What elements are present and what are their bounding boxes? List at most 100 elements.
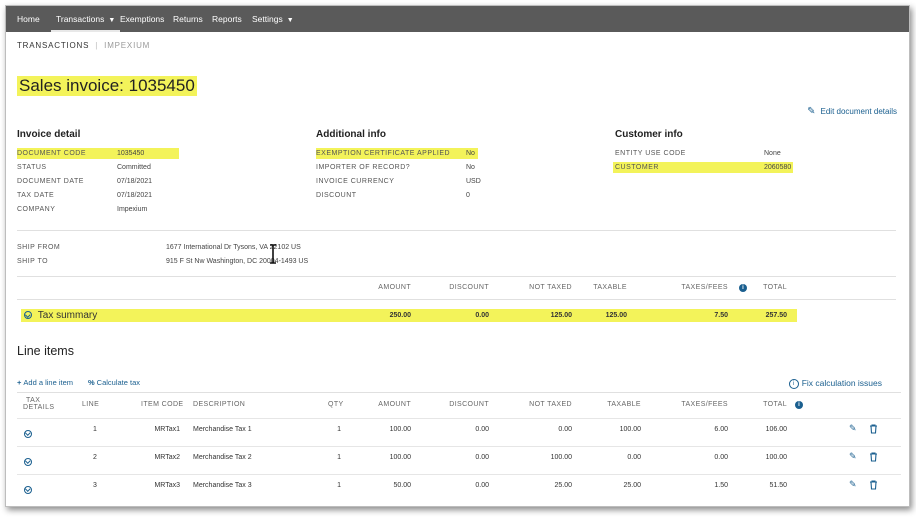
cell-description: Merchandise Tax 1 xyxy=(193,426,252,433)
summary-discount: 0.00 xyxy=(475,312,489,319)
cell-amount: 50.00 xyxy=(393,482,411,489)
cell-line: 2 xyxy=(93,454,97,461)
header-amount: AMOUNT xyxy=(378,401,411,408)
cell-discount: 0.00 xyxy=(475,482,489,489)
summary-taxes-fees: 7.50 xyxy=(714,312,728,319)
header-taxes-fees: TAXES/FEES xyxy=(681,401,728,408)
trash-icon[interactable] xyxy=(869,452,878,462)
info-icon: i xyxy=(788,378,799,389)
add-line-item-button[interactable]: + Add a line item xyxy=(17,378,73,387)
customer-info-title: Customer info xyxy=(615,129,683,140)
cell-item-code: MRTax2 xyxy=(154,454,180,461)
additional-info-row: INVOICE CURRENCY USD xyxy=(316,176,496,187)
header-total: TOTAL xyxy=(763,401,787,408)
nav-settings[interactable]: Settings ▼ xyxy=(252,6,294,32)
status-label: STATUS xyxy=(17,164,47,171)
nav-returns[interactable]: Returns xyxy=(173,6,203,32)
customer-value[interactable]: 2060580 xyxy=(764,162,791,173)
cell-qty: 1 xyxy=(337,454,341,461)
document-date-label: DOCUMENT DATE xyxy=(17,178,84,185)
edit-document-details-label: Edit document details xyxy=(820,107,898,116)
importer-of-record-label: IMPORTER OF RECORD? xyxy=(316,164,411,171)
entity-use-code-value: None xyxy=(764,150,781,157)
nav-transactions[interactable]: Transactions ▼ xyxy=(51,6,121,32)
chevron-circle-icon xyxy=(24,457,32,466)
row-expand-button[interactable] xyxy=(24,481,32,499)
summary-total: 257.50 xyxy=(765,312,787,319)
exemption-certificate-label: EXEMPTION CERTIFICATE APPLIED xyxy=(316,150,451,157)
calculate-tax-label: Calculate tax xyxy=(96,378,141,387)
customer-label: CUSTOMER xyxy=(615,164,659,171)
row-divider xyxy=(17,418,901,419)
cell-description: Merchandise Tax 3 xyxy=(193,482,252,489)
app-window: Home Transactions ▼ Exemptions Returns Re… xyxy=(5,5,910,507)
header-discount: DISCOUNT xyxy=(449,401,489,408)
summary-header-total: TOTAL xyxy=(763,284,787,291)
additional-info-row: EXEMPTION CERTIFICATE APPLIED No xyxy=(316,148,496,159)
nav-home[interactable]: Home xyxy=(17,6,40,32)
add-line-item-label: Add a line item xyxy=(23,378,74,387)
ship-from-value: 1677 International Dr Tysons, VA 22102 U… xyxy=(166,244,301,251)
company-label: COMPANY xyxy=(17,206,56,213)
text-cursor-icon xyxy=(270,244,276,264)
cell-not-taxed: 0.00 xyxy=(558,426,572,433)
trash-icon[interactable] xyxy=(869,480,878,490)
fix-calculation-issues-label: Fix calculation issues xyxy=(801,378,882,388)
breadcrumb-section[interactable]: TRANSACTIONS xyxy=(17,41,89,50)
discount-label: DISCOUNT xyxy=(316,192,357,199)
chevron-circle-icon xyxy=(24,429,32,438)
calculate-tax-button[interactable]: % Calculate tax xyxy=(88,378,140,387)
additional-info-row: IMPORTER OF RECORD? No xyxy=(316,162,496,173)
info-icon[interactable]: i xyxy=(795,401,803,409)
divider xyxy=(17,230,896,231)
cell-amount: 100.00 xyxy=(389,454,411,461)
cell-taxes-fees: 0.00 xyxy=(714,454,728,461)
pencil-icon[interactable]: ✎ xyxy=(849,479,857,490)
nav-exemptions-label: Exemptions xyxy=(120,14,165,24)
tax-summary-toggle[interactable]: Tax summary xyxy=(24,309,97,322)
cell-amount: 100.00 xyxy=(389,426,411,433)
pencil-icon[interactable]: ✎ xyxy=(849,451,857,462)
row-divider xyxy=(17,446,901,447)
document-code-value: 1035450 xyxy=(117,150,145,157)
cell-taxes-fees: 6.00 xyxy=(714,426,728,433)
row-expand-button[interactable] xyxy=(24,425,32,443)
trash-icon[interactable] xyxy=(869,424,878,434)
chevron-down-icon: ▼ xyxy=(286,17,294,24)
cell-line: 1 xyxy=(93,426,97,433)
percent-icon: % xyxy=(88,378,95,387)
pencil-icon[interactable]: ✎ xyxy=(849,423,857,434)
cell-taxable: 0.00 xyxy=(627,454,641,461)
discount-value: 0 xyxy=(466,192,470,199)
breadcrumb: TRANSACTIONS | IMPEXIUM xyxy=(17,41,150,50)
row-expand-button[interactable] xyxy=(24,453,32,471)
header-qty: QTY xyxy=(328,401,344,408)
customer-info-row: CUSTOMER 2060580 xyxy=(615,162,805,173)
tax-summary-label: Tax summary xyxy=(37,310,98,321)
divider xyxy=(17,392,901,393)
cell-not-taxed: 25.00 xyxy=(554,482,572,489)
exemption-certificate-value: No xyxy=(466,150,475,157)
cell-not-taxed: 100.00 xyxy=(550,454,572,461)
nav-reports[interactable]: Reports xyxy=(212,6,242,32)
fix-calculation-issues-link[interactable]: i Fix calculation issues xyxy=(788,378,882,389)
summary-taxable: 125.00 xyxy=(605,312,627,319)
nav-transactions-label: Transactions xyxy=(56,14,105,24)
header-tax-details-line1: TAX xyxy=(26,397,41,404)
document-date-value: 07/18/2021 xyxy=(117,178,153,185)
chevron-circle-icon xyxy=(24,311,32,320)
cell-item-code: MRTax1 xyxy=(154,426,180,433)
plus-icon: + xyxy=(17,378,22,387)
cell-taxable: 25.00 xyxy=(623,482,641,489)
nav-reports-label: Reports xyxy=(212,14,242,24)
top-nav: Home Transactions ▼ Exemptions Returns Re… xyxy=(6,6,909,32)
edit-document-details-link[interactable]: ✎ Edit document details xyxy=(807,106,897,117)
nav-exemptions[interactable]: Exemptions xyxy=(120,6,164,32)
summary-header-taxes-fees: TAXES/FEES xyxy=(681,284,728,291)
breadcrumb-separator: | xyxy=(95,41,99,50)
ship-from-label: SHIP FROM xyxy=(17,244,61,251)
entity-use-code-label: ENTITY USE CODE xyxy=(615,150,686,157)
invoice-detail-row: STATUS Committed xyxy=(17,162,187,173)
nav-settings-label: Settings xyxy=(252,14,283,24)
cell-taxes-fees: 1.50 xyxy=(714,482,728,489)
